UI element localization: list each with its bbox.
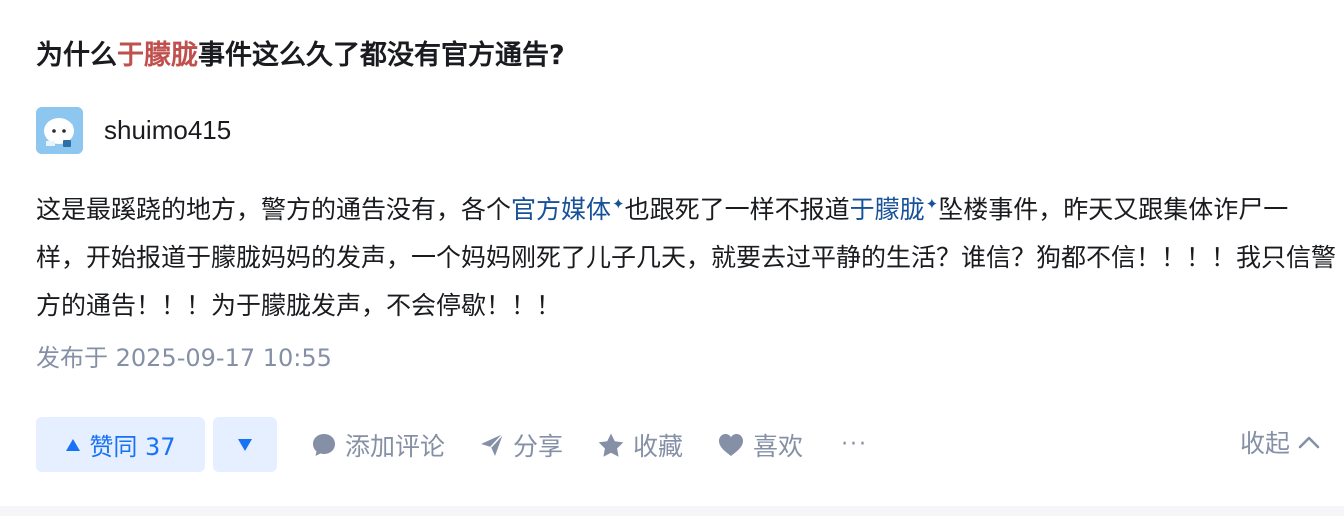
- collapse-button[interactable]: 收起: [1240, 417, 1320, 467]
- star-icon: [598, 433, 624, 457]
- comment-label: 添加评论: [345, 431, 446, 461]
- favorite-button[interactable]: 收藏: [597, 427, 683, 463]
- author-name[interactable]: shuimo415: [104, 106, 231, 154]
- upvote-label: 赞同 37: [89, 433, 176, 461]
- more-button[interactable]: ···: [841, 432, 868, 457]
- question-title-suffix: 事件这么久了都没有官方通告?: [198, 40, 565, 71]
- share-icon: [481, 432, 504, 456]
- collapse-label: 收起: [1239, 429, 1290, 458]
- triangle-down-icon: [238, 438, 252, 451]
- downvote-button[interactable]: [213, 417, 277, 472]
- avatar[interactable]: [36, 106, 83, 154]
- share-label: 分享: [513, 431, 564, 461]
- spark-icon: ✦: [925, 195, 939, 213]
- triangle-up-icon: [66, 438, 81, 451]
- link-official-media[interactable]: 官方媒体: [511, 195, 611, 224]
- chevron-up-icon: [1298, 436, 1320, 449]
- answer-content: 这是最蹊跷的地方，警方的通告没有，各个官方媒体✦也跟死了一样不报道于朦胧✦坠楼事…: [36, 180, 1336, 330]
- upvote-button[interactable]: 赞同 37: [36, 417, 205, 472]
- question-title[interactable]: 为什么于朦胧事件这么久了都没有官方通告?: [36, 36, 565, 76]
- comment-icon: [313, 433, 335, 456]
- question-title-highlight[interactable]: 于朦胧: [117, 40, 198, 71]
- publish-time[interactable]: 发布于 2025-09-17 10:55: [36, 340, 332, 376]
- share-button[interactable]: 分享: [479, 427, 563, 463]
- link-yu-menglong[interactable]: 于朦胧: [850, 195, 925, 224]
- action-bar: 赞同 37 添加评论 分享 收藏 喜欢 ···: [36, 417, 868, 472]
- comment-button[interactable]: 添加评论: [311, 427, 445, 463]
- bottom-divider: [0, 506, 1344, 516]
- content-text-1: 这是最蹊跷的地方，警方的通告没有，各个: [36, 195, 512, 224]
- content-text-2: 也跟死了一样不报道: [624, 195, 850, 224]
- like-button[interactable]: 喜欢: [717, 427, 803, 463]
- like-label: 喜欢: [753, 431, 804, 461]
- author-info: shuimo415: [36, 106, 231, 154]
- answer-card: 为什么于朦胧事件这么久了都没有官方通告? shuimo415 这是最蹊跷的地方，…: [0, 0, 1344, 506]
- favorite-label: 收藏: [633, 431, 684, 461]
- spark-icon: ✦: [612, 195, 625, 213]
- avatar-image-icon: [36, 106, 83, 154]
- heart-icon: [719, 433, 744, 456]
- question-title-prefix: 为什么: [36, 40, 117, 71]
